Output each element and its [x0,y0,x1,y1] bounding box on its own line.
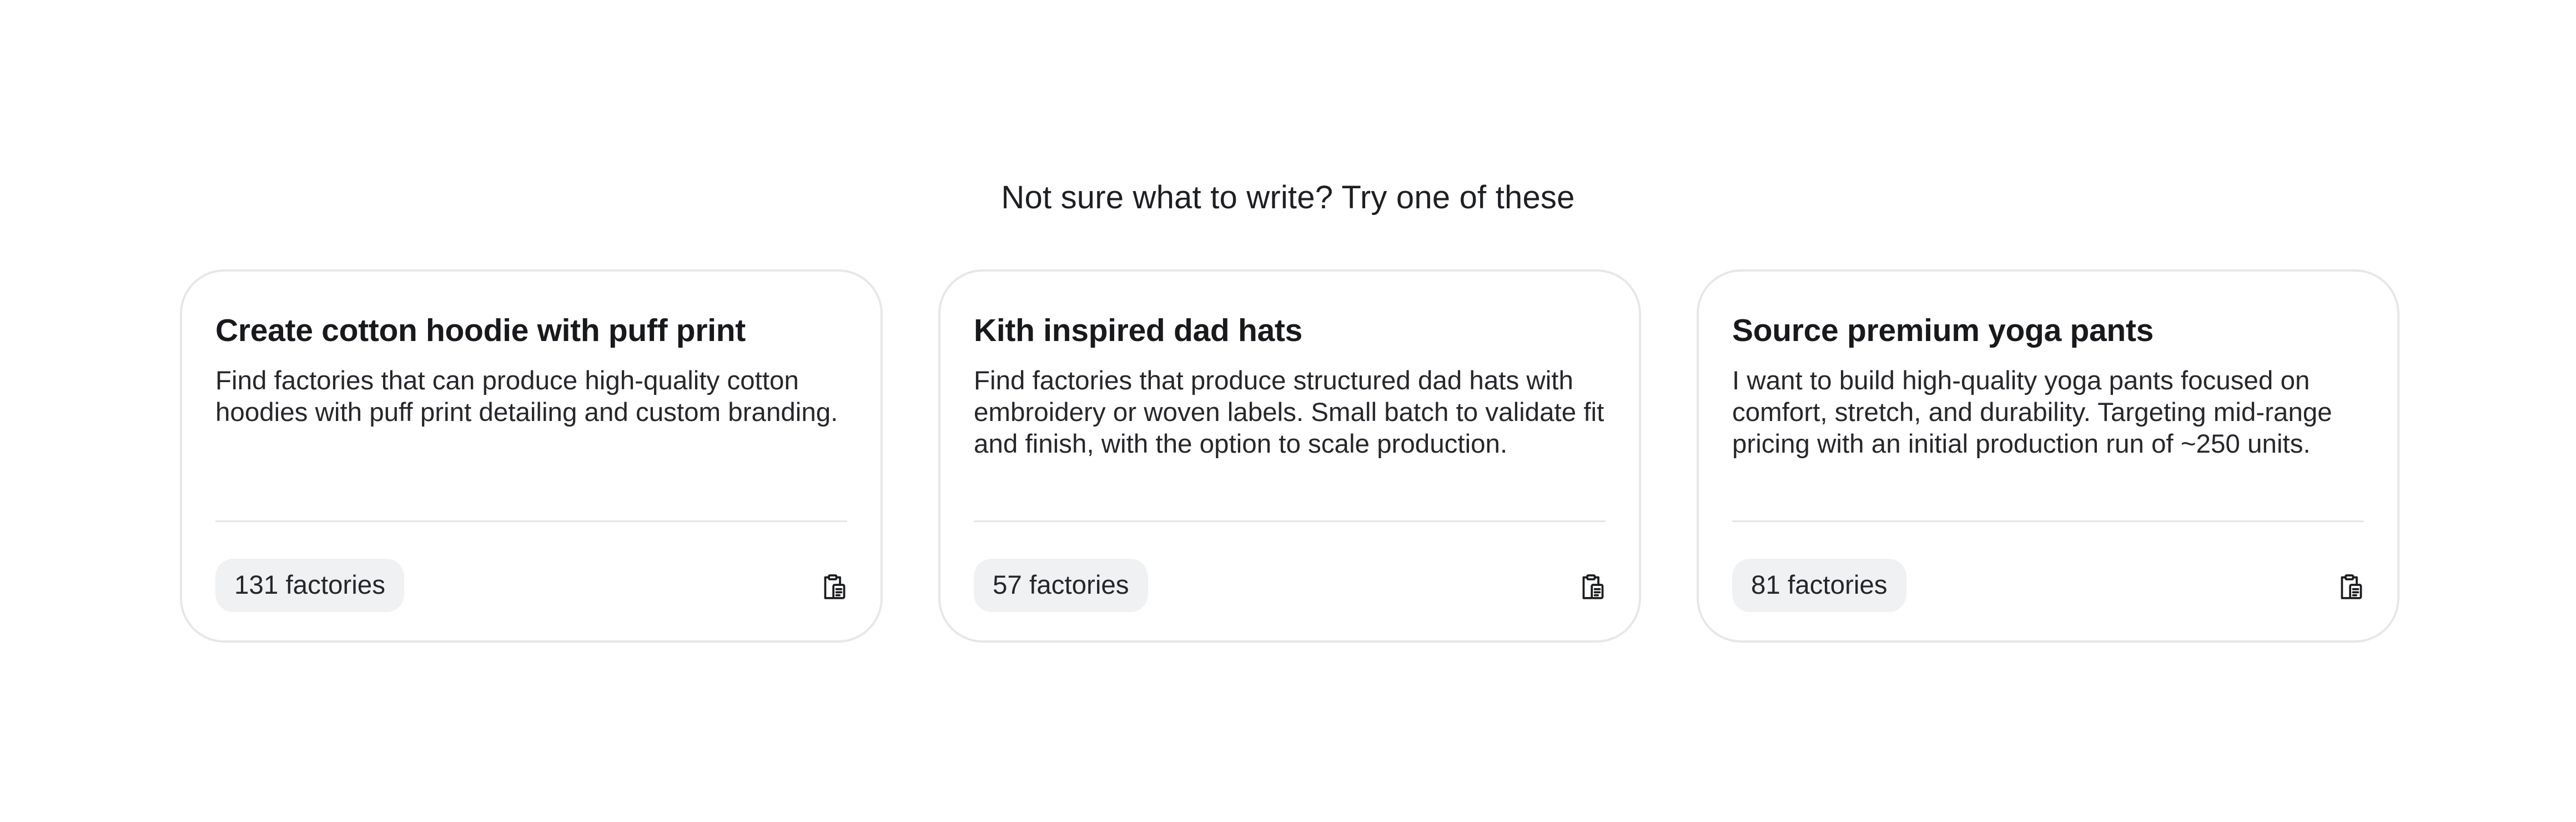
card-divider [974,520,1606,522]
suggestions-heading: Not sure what to write? Try one of these [1001,179,1575,215]
card-title: Create cotton hoodie with puff print [215,313,746,348]
copy-to-clipboard-icon[interactable] [1576,572,1607,603]
card-title: Kith inspired dad hats [974,313,1302,348]
copy-to-clipboard-icon[interactable] [2334,572,2365,603]
card-title: Source premium yoga pants [1732,313,2154,348]
copy-to-clipboard-icon[interactable] [817,572,848,603]
factory-count-badge: 131 factories [215,559,404,612]
factory-count-badge: 57 factories [974,559,1148,612]
card-description: Find factories that produce structured d… [974,366,1604,459]
suggestion-card-hoodie[interactable]: Create cotton hoodie with puff print Fin… [180,269,883,643]
factory-count-badge: 81 factories [1732,559,1906,612]
card-divider [215,520,847,522]
suggestion-card-dad-hats[interactable]: Kith inspired dad hats Find factories th… [938,269,1641,643]
suggestion-card-yoga-pants[interactable]: Source premium yoga pants I want to buil… [1697,269,2399,643]
card-description: I want to build high-quality yoga pants … [1732,366,2332,459]
card-divider [1732,520,2364,522]
card-description: Find factories that can produce high-qua… [215,366,838,427]
